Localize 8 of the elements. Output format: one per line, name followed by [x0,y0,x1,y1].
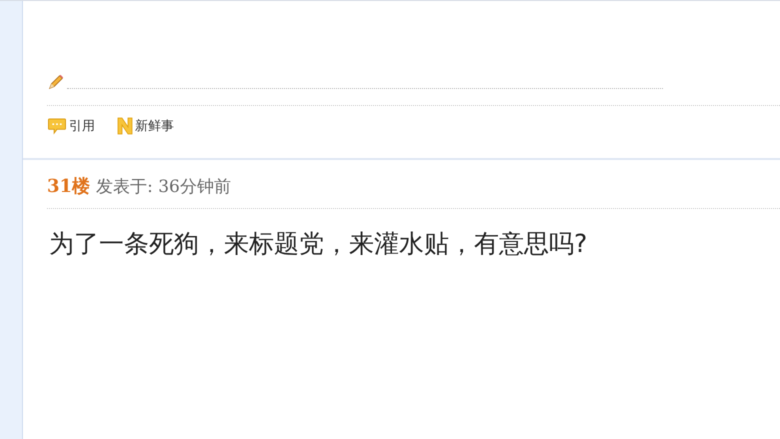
news-link[interactable]: 新鲜事 [117,117,174,135]
floor-number: 31楼 [47,175,90,198]
quote-link[interactable]: 引用 [47,117,95,135]
post-time: 发表于: 36分钟前 [96,176,231,198]
post-content: 为了一条死狗，来标题党，来灌水贴，有意思吗? [49,228,588,260]
pencil-icon[interactable] [47,73,65,91]
letter-n-icon [117,117,133,135]
speech-bubble-icon [47,118,67,134]
